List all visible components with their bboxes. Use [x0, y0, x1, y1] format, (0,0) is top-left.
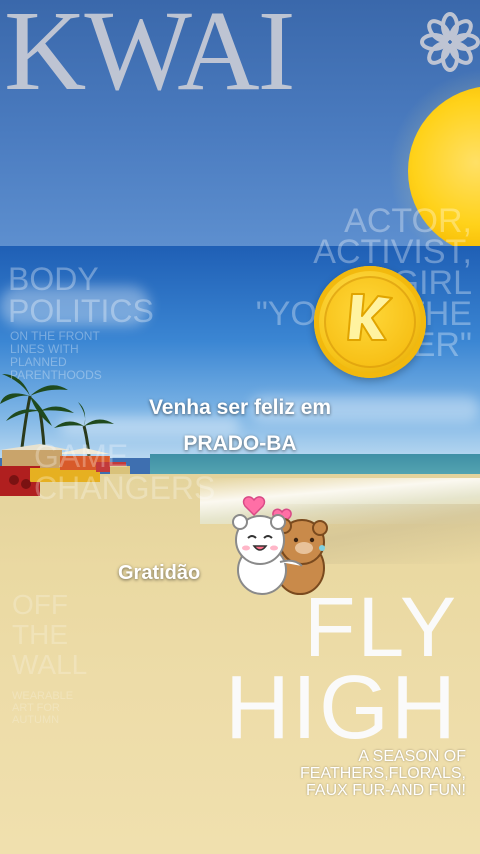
- overlay-body-politics: BODY POLITICS: [8, 263, 154, 327]
- kwai-logo: KWAI: [0, 0, 480, 120]
- kwai-story-screen: KWAI ACTOR, ACTIVIST, IT GIRL THE BODY P…: [0, 0, 480, 854]
- fly-high-headline: FLY HIGH: [225, 580, 458, 758]
- kwai-coin-icon[interactable]: [314, 266, 426, 378]
- overlay-line: BODY: [8, 261, 99, 297]
- tagline-line: FAUX FUR-AND FUN!: [306, 782, 466, 799]
- overlay-line: WALL: [12, 649, 88, 680]
- overlay-line: ART FOR: [12, 702, 60, 714]
- overlay-line: PARENTHOODS: [10, 368, 102, 382]
- sticker-caption: Gratidão: [118, 562, 201, 584]
- overlay-line: THE: [12, 619, 68, 650]
- kwai-k-icon: [347, 293, 393, 341]
- tagline-line: FEATHERS,FLORALS,: [300, 765, 466, 782]
- overlay-wall-subtext: WEARABLE ART FOR AUTUMN: [12, 690, 73, 726]
- hugging-bears-sticker: [232, 496, 328, 595]
- headline-high: HIGH: [225, 658, 458, 758]
- overlay-off-the-wall: OFF THE WALL: [12, 590, 87, 680]
- caption-line-2: PRADO-BA: [183, 432, 297, 455]
- overlay-body-subtext: ON THE FRONT LINES WITH PLANNED PARENTHO…: [10, 330, 102, 382]
- headline-tagline: A SEASON OF FEATHERS,FLORALS, FAUX FUR-A…: [300, 748, 466, 799]
- overlay-line: OFF: [12, 589, 68, 620]
- overlay-line: WEARABLE: [12, 690, 74, 702]
- caption-line-1: Venha ser feliz em: [148, 396, 332, 419]
- tagline-line: A SEASON OF: [358, 748, 466, 765]
- headline-fly: FLY: [304, 580, 458, 674]
- overlay-line: AUTUMN: [12, 714, 60, 726]
- logo-wordmark: KWAI: [4, 0, 296, 114]
- overlay-line: POLITICS: [8, 293, 154, 329]
- asterisk-flower-icon: [420, 12, 480, 72]
- overlay-line: CHANGERS: [34, 470, 216, 506]
